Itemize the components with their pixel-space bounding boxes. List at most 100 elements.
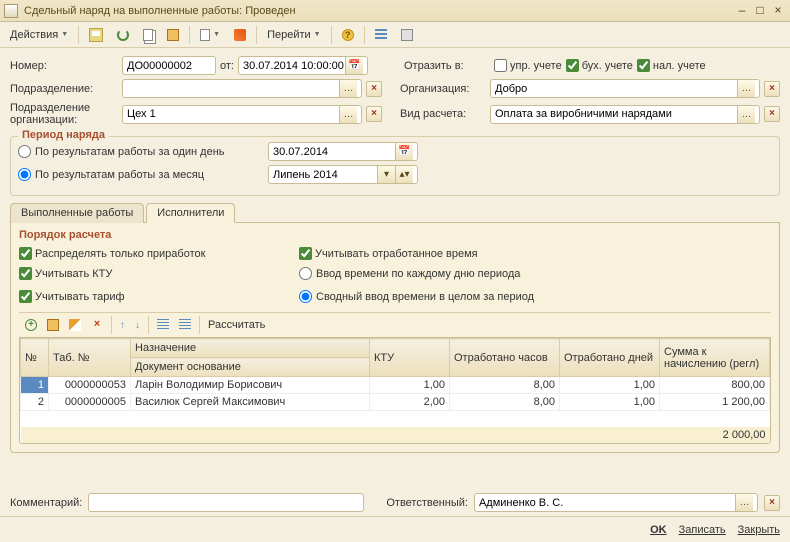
grid-total: 2 000,00 (660, 427, 770, 443)
table-row[interactable]: 20000000005Василюк Сергей Максимович2,00… (21, 394, 770, 411)
actions-label: Действия (10, 29, 58, 41)
comment-input[interactable] (88, 493, 364, 512)
sort-desc-button[interactable] (175, 316, 195, 334)
add-icon (25, 319, 37, 331)
actions-menu[interactable]: Действия ▼ (4, 26, 74, 44)
clear-subdiv-org-button[interactable]: × (366, 106, 382, 122)
col-tabnum[interactable]: Таб. № (49, 339, 131, 377)
select-icon[interactable]: … (737, 80, 755, 97)
maximize-button[interactable]: □ (752, 4, 768, 18)
subdiv-org-label: Подразделение организации: (10, 102, 118, 126)
select-icon[interactable]: … (339, 106, 357, 123)
delete-icon: × (91, 319, 103, 331)
row-add-button[interactable] (21, 316, 41, 334)
doc-icon (200, 29, 210, 41)
radio-per-month[interactable]: По результатам работы за месяц (18, 168, 264, 181)
row-delete-button[interactable]: × (87, 316, 107, 334)
close-form-button[interactable]: Закрыть (738, 524, 780, 536)
window-title: Сдельный наряд на выполненные работы: Пр… (24, 5, 732, 17)
calculate-button[interactable]: Рассчитать (204, 316, 269, 334)
chk-worked-time[interactable]: Учитывать отработанное время (299, 247, 771, 260)
help-icon: ? (342, 29, 354, 41)
book-icon (167, 29, 179, 41)
resp-input[interactable]: … (474, 493, 758, 512)
calendar-icon[interactable]: 📅 (395, 143, 413, 160)
chk-only-extra[interactable]: Распределять только приработок (19, 247, 279, 260)
doc-button[interactable]: ▼ (194, 26, 226, 44)
col-num[interactable]: № (21, 339, 49, 377)
select-icon[interactable]: … (737, 106, 755, 123)
chk-tariff[interactable]: Учитывать тариф (19, 287, 279, 306)
chk-ktu[interactable]: Учитывать КТУ (19, 264, 279, 283)
col-sum[interactable]: Сумма к начислению (регл) (660, 339, 770, 377)
chk-upr[interactable]: упр. учете (494, 59, 562, 72)
clear-resp-button[interactable]: × (764, 495, 780, 511)
chevron-down-icon: ▼ (314, 31, 321, 38)
row-edit-button[interactable] (65, 316, 85, 334)
chk-nal[interactable]: нал. учете (637, 59, 706, 72)
save-button[interactable] (83, 25, 109, 45)
org-label: Организация: (400, 83, 486, 95)
refresh-icon (117, 29, 129, 41)
col-doc-basis[interactable]: Документ основание (131, 358, 370, 377)
copy-icon (143, 29, 153, 41)
tab-performers[interactable]: Исполнители (146, 203, 235, 223)
number-label: Номер: (10, 60, 118, 72)
save-record-button[interactable]: Записать (679, 524, 726, 536)
config-button[interactable] (395, 26, 419, 44)
book-button[interactable] (161, 26, 185, 44)
period-month-input[interactable]: ▾ ▴▾ (268, 165, 418, 184)
config-icon (401, 29, 413, 41)
run-button[interactable] (228, 26, 252, 44)
arrow-down-icon: ↓ (135, 320, 140, 331)
row-insert-button[interactable] (43, 316, 63, 334)
period-day-input[interactable]: 📅 (268, 142, 418, 161)
col-hours[interactable]: Отработано часов (450, 339, 560, 377)
radio-time-summary[interactable]: Сводный ввод времени в целом за период (299, 290, 771, 303)
copy-button[interactable] (137, 26, 159, 44)
col-assignment[interactable]: Назначение (131, 339, 370, 358)
org-input[interactable]: … (490, 79, 760, 98)
chevron-down-icon[interactable]: ▾ (377, 166, 395, 183)
save-icon (89, 28, 103, 42)
subdiv-label: Подразделение: (10, 83, 118, 95)
date-label: от: (220, 60, 234, 72)
resp-label: Ответственный: (386, 497, 468, 509)
clear-subdiv-button[interactable]: × (366, 81, 382, 97)
insert-icon (47, 319, 59, 331)
refresh-button[interactable] (111, 26, 135, 44)
sort-asc-button[interactable] (153, 316, 173, 334)
help-button[interactable]: ? (336, 26, 360, 44)
chk-buh[interactable]: бух. учете (566, 59, 633, 72)
select-icon[interactable]: … (735, 494, 753, 511)
radio-per-day[interactable]: По результатам работы за один день (18, 145, 264, 158)
document-icon (4, 4, 18, 18)
close-button[interactable]: × (770, 4, 786, 18)
number-input[interactable] (122, 56, 216, 75)
calendar-icon[interactable]: 📅 (345, 57, 363, 74)
subdiv-org-input[interactable]: … (122, 105, 362, 124)
ok-button[interactable]: OK (650, 524, 667, 536)
table-row[interactable]: 10000000053Ларін Володимир Борисович1,00… (21, 377, 770, 394)
col-days[interactable]: Отработано дней (560, 339, 660, 377)
select-icon[interactable]: … (339, 80, 357, 97)
clear-org-button[interactable]: × (764, 81, 780, 97)
calc-type-input[interactable]: … (490, 105, 760, 124)
move-up-button[interactable]: ↑ (116, 317, 129, 334)
performers-grid[interactable]: № Таб. № Назначение КТУ Отработано часов… (19, 337, 771, 444)
tab-works[interactable]: Выполненные работы (10, 203, 144, 223)
list-button[interactable] (369, 26, 393, 44)
list-icon (375, 29, 387, 41)
calc-type-label: Вид расчета: (400, 108, 486, 120)
radio-time-per-day[interactable]: Ввод времени по каждому дню периода (299, 267, 771, 280)
subdiv-input[interactable]: … (122, 79, 362, 98)
move-down-button[interactable]: ↓ (131, 317, 144, 334)
date-input[interactable]: 📅 (238, 56, 368, 75)
goto-label: Перейти (267, 29, 311, 41)
col-ktu[interactable]: КТУ (370, 339, 450, 377)
clear-calc-type-button[interactable]: × (764, 106, 780, 122)
period-legend: Период наряда (18, 129, 109, 141)
minimize-button[interactable]: – (734, 4, 750, 18)
goto-menu[interactable]: Перейти ▼ (261, 26, 327, 44)
spinner-icon[interactable]: ▴▾ (395, 166, 413, 183)
